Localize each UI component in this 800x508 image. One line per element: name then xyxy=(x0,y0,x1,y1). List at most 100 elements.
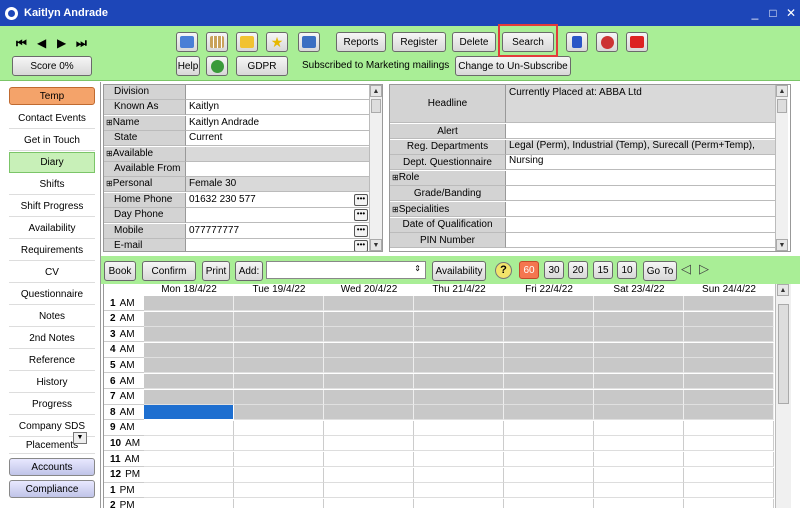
time-slot[interactable] xyxy=(324,296,414,311)
time-slot[interactable] xyxy=(234,436,324,452)
time-slot[interactable] xyxy=(594,498,684,508)
detail-value[interactable]: 077777777 ••• xyxy=(186,223,369,239)
profile-value[interactable]: Nursing xyxy=(506,155,775,171)
detail-value[interactable]: Kaitlyn xyxy=(186,100,369,116)
tab-accounts[interactable]: Accounts xyxy=(9,458,95,476)
expand-icon[interactable]: ⊞ xyxy=(392,173,399,182)
time-slot[interactable] xyxy=(234,467,324,483)
time-slot[interactable] xyxy=(324,467,414,483)
sidebar-item-availability[interactable]: Availability xyxy=(9,218,95,239)
print-button[interactable]: Print xyxy=(202,261,230,281)
tab-temp[interactable]: Temp xyxy=(9,87,95,105)
goto-button[interactable]: Go To xyxy=(643,261,677,281)
period-60-button[interactable]: 60 xyxy=(519,261,539,279)
scroll-down-icon[interactable]: ▼ xyxy=(370,239,382,251)
time-slot[interactable] xyxy=(324,498,414,508)
time-slot[interactable] xyxy=(504,296,594,311)
time-slot[interactable] xyxy=(684,358,774,374)
time-slot[interactable] xyxy=(684,498,774,508)
calendar-scrollbar[interactable]: ▲ xyxy=(775,284,791,508)
scroll-thumb[interactable] xyxy=(777,99,787,113)
period-30-button[interactable]: 30 xyxy=(544,261,564,279)
time-slot[interactable] xyxy=(414,452,504,467)
add-button[interactable]: Add: xyxy=(235,261,263,281)
time-slot[interactable] xyxy=(594,483,684,499)
time-slot[interactable] xyxy=(504,498,594,508)
help-button[interactable]: Help xyxy=(176,56,200,76)
time-slot[interactable] xyxy=(234,342,324,358)
time-slot[interactable] xyxy=(234,374,324,389)
time-slot[interactable] xyxy=(234,498,324,508)
refresh-icon[interactable] xyxy=(176,32,198,52)
time-slot[interactable] xyxy=(144,420,234,436)
detail-value[interactable] xyxy=(186,85,369,100)
time-slot[interactable] xyxy=(594,436,684,452)
time-slot[interactable] xyxy=(414,467,504,483)
time-slot[interactable] xyxy=(234,389,324,405)
reports-button[interactable]: Reports xyxy=(336,32,386,52)
time-slot[interactable] xyxy=(414,358,504,374)
time-slot[interactable] xyxy=(504,436,594,452)
sidebar-item-contact-events[interactable]: Contact Events xyxy=(9,108,95,129)
time-slot[interactable] xyxy=(414,327,504,343)
sidebar-item-questionnaire[interactable]: Questionnaire xyxy=(9,284,95,305)
time-slot[interactable] xyxy=(504,389,594,405)
unsubscribe-button[interactable]: Change to Un-Subscribe xyxy=(455,56,571,76)
time-slot[interactable] xyxy=(234,327,324,343)
time-slot[interactable] xyxy=(504,374,594,389)
help-icon[interactable]: ? xyxy=(495,262,512,279)
time-slot[interactable] xyxy=(414,296,504,311)
ellipsis-icon[interactable]: ••• xyxy=(354,240,368,251)
time-slot[interactable] xyxy=(144,296,234,311)
profile-value[interactable]: Legal (Perm), Industrial (Temp), Surecal… xyxy=(506,139,775,155)
expand-icon[interactable]: ⊞ xyxy=(392,205,399,214)
availability-button[interactable]: Availability xyxy=(432,261,486,281)
ellipsis-icon[interactable]: ••• xyxy=(354,193,368,206)
profile-value[interactable] xyxy=(506,186,775,202)
time-slot[interactable] xyxy=(504,311,594,327)
time-slot[interactable] xyxy=(414,498,504,508)
note-icon[interactable] xyxy=(236,32,258,52)
profile-value[interactable] xyxy=(506,170,775,186)
detail-value[interactable]: ••• xyxy=(186,239,369,251)
time-slot[interactable] xyxy=(594,405,684,421)
headline-value[interactable]: Currently Placed at: ABBA Ltd xyxy=(506,85,775,123)
sidebar-item-requirements[interactable]: Requirements xyxy=(9,240,95,261)
add-select[interactable]: ⇕ xyxy=(266,261,426,279)
maximize-button[interactable]: □ xyxy=(764,6,782,20)
star-icon[interactable]: ★ xyxy=(266,32,288,52)
close-button[interactable]: ✕ xyxy=(782,6,800,20)
minimize-button[interactable]: _ xyxy=(746,6,764,20)
email-icon[interactable] xyxy=(596,32,618,52)
time-slot[interactable] xyxy=(684,483,774,499)
time-slot[interactable] xyxy=(504,420,594,436)
scroll-up-icon[interactable]: ▲ xyxy=(776,85,788,97)
time-slot[interactable] xyxy=(594,342,684,358)
selected-time-slot[interactable] xyxy=(144,405,234,421)
tab-compliance[interactable]: Compliance xyxy=(9,480,95,498)
time-slot[interactable] xyxy=(684,405,774,421)
detail-value[interactable]: ••• xyxy=(186,208,369,224)
next-week-icon[interactable]: ▷ xyxy=(699,261,709,277)
expand-icon[interactable]: ⊞ xyxy=(106,118,113,127)
time-slot[interactable] xyxy=(504,327,594,343)
sidebar-item-2nd-notes[interactable]: 2nd Notes xyxy=(9,328,95,349)
time-slot[interactable] xyxy=(414,342,504,358)
time-slot[interactable] xyxy=(144,374,234,389)
time-slot[interactable] xyxy=(504,467,594,483)
time-slot[interactable] xyxy=(594,452,684,467)
time-slot[interactable] xyxy=(324,389,414,405)
delete-button[interactable]: Delete xyxy=(452,32,496,52)
sidebar-item-cv[interactable]: CV xyxy=(9,262,95,283)
time-slot[interactable] xyxy=(144,436,234,452)
time-slot[interactable] xyxy=(234,296,324,311)
sidebar-item-shifts[interactable]: Shifts xyxy=(9,174,95,195)
time-slot[interactable] xyxy=(144,311,234,327)
time-slot[interactable] xyxy=(324,327,414,343)
time-slot[interactable] xyxy=(324,358,414,374)
confirm-button[interactable]: Confirm xyxy=(142,261,196,281)
time-slot[interactable] xyxy=(234,405,324,421)
sidebar-item-reference[interactable]: Reference xyxy=(9,350,95,371)
spinner-icon[interactable]: ⇕ xyxy=(414,264,421,273)
time-slot[interactable] xyxy=(414,436,504,452)
